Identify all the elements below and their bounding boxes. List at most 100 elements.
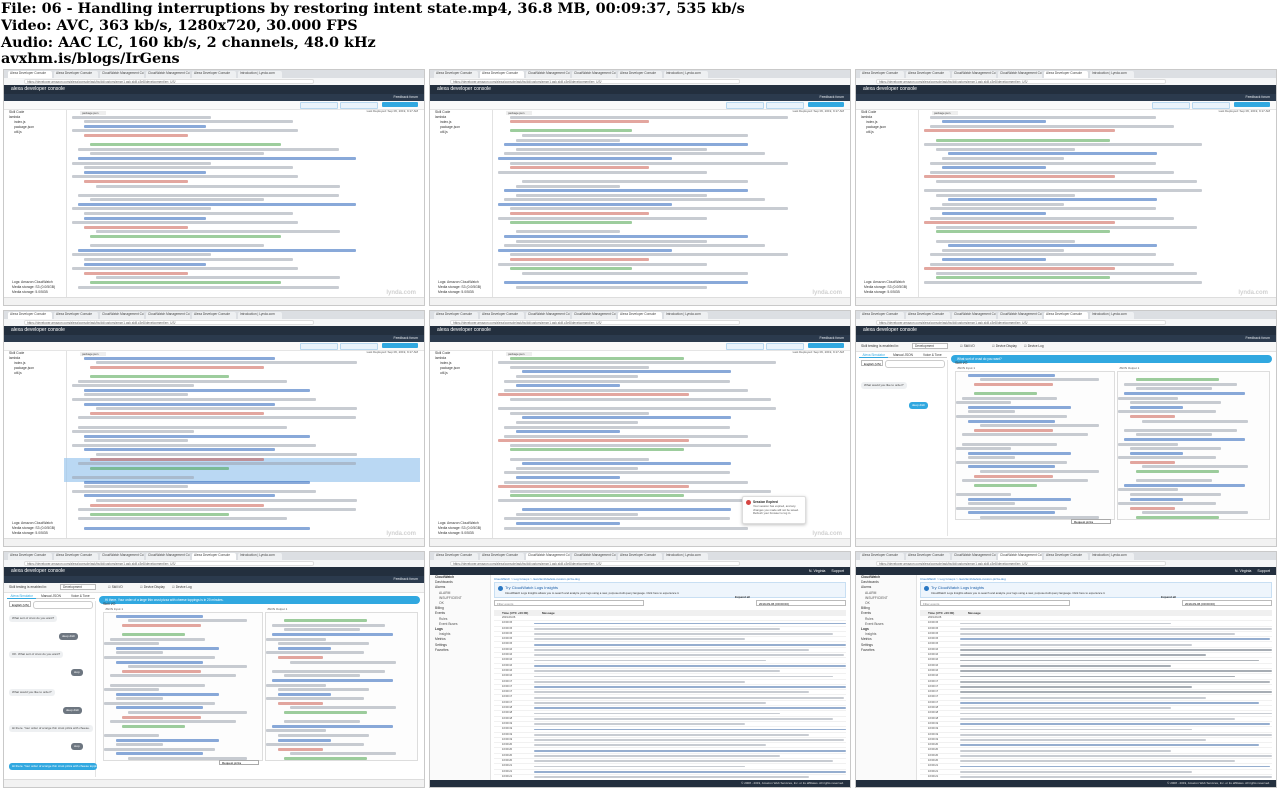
browser-tab[interactable]: Alexa Developer Console bbox=[618, 312, 662, 319]
sidebar-item[interactable]: Favorites bbox=[861, 648, 916, 653]
browser-tab[interactable]: CloudWatch Management Co bbox=[526, 312, 570, 319]
browser-tab[interactable]: CloudWatch Management Co bbox=[100, 553, 144, 560]
browser-tab[interactable]: Alexa Developer Console bbox=[906, 71, 950, 78]
stage-select[interactable]: Development bbox=[60, 584, 96, 590]
simulator-tab[interactable]: Voice & Tone bbox=[65, 593, 95, 599]
browser-tab[interactable]: Alexa Developer Console bbox=[860, 312, 904, 319]
browser-tab[interactable]: Alexa Developer Console bbox=[1044, 553, 1088, 560]
url-input[interactable]: https://developer.amazon.com/alexa/conso… bbox=[450, 79, 740, 84]
browser-tab[interactable]: Alexa Developer Console bbox=[618, 553, 662, 560]
breadcrumb[interactable]: CloudWatch > Log Groups > /aws/lambda/as… bbox=[494, 577, 580, 581]
browser-tab[interactable]: Alexa Developer Console bbox=[54, 71, 98, 78]
url-input[interactable]: https://developer.amazon.com/alexa/conso… bbox=[24, 320, 314, 325]
browser-tab[interactable]: CloudWatch Management Co bbox=[146, 312, 190, 319]
log-link[interactable]: Media storage: 5.0/5GB bbox=[864, 290, 907, 295]
browser-tab[interactable]: Introduction | Lynda.com bbox=[238, 312, 282, 319]
file-tree-item[interactable]: util.js bbox=[440, 371, 492, 376]
save-button[interactable] bbox=[726, 343, 764, 350]
test-option-checkbox[interactable]: ☑ Skill I/O bbox=[108, 585, 123, 589]
support-menu[interactable]: Support bbox=[831, 569, 844, 573]
browser-tab[interactable]: Alexa Developer Console bbox=[860, 553, 904, 560]
test-option-checkbox[interactable]: ☑ Skill I/O bbox=[960, 344, 975, 348]
save-button[interactable] bbox=[1152, 102, 1190, 109]
test-option-checkbox[interactable]: ☑ Device Display bbox=[992, 344, 1017, 348]
browser-tab[interactable]: Introduction | Lynda.com bbox=[238, 553, 282, 560]
browser-tab[interactable]: Alexa Developer Console bbox=[906, 553, 950, 560]
utterance-input[interactable] bbox=[33, 601, 93, 609]
url-input[interactable]: https://developer.amazon.com/alexa/conso… bbox=[24, 79, 314, 84]
browser-tab[interactable]: Alexa Developer Console bbox=[434, 312, 478, 319]
deploy-button[interactable] bbox=[340, 343, 378, 350]
simulator-tab[interactable]: Manual JSON bbox=[888, 352, 918, 358]
browser-tab[interactable]: CloudWatch Management Co bbox=[572, 71, 616, 78]
browser-tab[interactable]: CloudWatch Management Co bbox=[998, 312, 1042, 319]
browser-tab[interactable]: Alexa Developer Console bbox=[434, 553, 478, 560]
browser-tab[interactable]: Introduction | Lynda.com bbox=[664, 553, 708, 560]
simulator-tab[interactable]: Voice & Tone bbox=[917, 352, 947, 358]
test-option-checkbox[interactable]: ☑ Device Log bbox=[1024, 344, 1044, 348]
save-button[interactable] bbox=[300, 343, 338, 350]
file-tree-item[interactable]: util.js bbox=[440, 130, 492, 135]
browser-tab[interactable]: Introduction | Lynda.com bbox=[1090, 71, 1134, 78]
browser-tab[interactable]: CloudWatch Management Co bbox=[572, 553, 616, 560]
browser-tab[interactable]: Alexa Developer Console bbox=[8, 553, 52, 560]
url-input[interactable]: https://developer.amazon.com/alexa/conso… bbox=[450, 561, 740, 566]
browser-tab[interactable]: Alexa Developer Console bbox=[1044, 312, 1088, 319]
feedback-link[interactable]: Feedback forum bbox=[820, 335, 845, 342]
filter-events-input[interactable]: Filter events bbox=[920, 600, 1070, 606]
browser-tab[interactable]: Alexa Developer Console bbox=[860, 71, 904, 78]
browser-tab[interactable]: Alexa Developer Console bbox=[480, 553, 524, 560]
url-input[interactable]: https://developer.amazon.com/alexa/conso… bbox=[876, 320, 1166, 325]
promote-button[interactable] bbox=[1234, 102, 1270, 107]
code-editor[interactable] bbox=[72, 114, 420, 295]
breadcrumb[interactable]: CloudWatch > Log Groups > /aws/lambda/as… bbox=[920, 577, 1006, 581]
browser-tab[interactable]: Alexa Developer Console bbox=[192, 312, 236, 319]
browser-tab[interactable]: Alexa Developer Console bbox=[54, 553, 98, 560]
simulator-tab[interactable]: Manual JSON bbox=[36, 593, 66, 599]
json-output[interactable] bbox=[265, 612, 418, 761]
feedback-link[interactable]: Feedback forum bbox=[1246, 94, 1271, 101]
browser-tab[interactable]: Introduction | Lynda.com bbox=[664, 71, 708, 78]
browser-tab[interactable]: CloudWatch Management Co bbox=[998, 71, 1042, 78]
browser-tab[interactable]: Introduction | Lynda.com bbox=[1090, 553, 1134, 560]
feedback-link[interactable]: Feedback forum bbox=[820, 94, 845, 101]
browser-tab[interactable]: Introduction | Lynda.com bbox=[664, 312, 708, 319]
date-range-picker[interactable]: 2019-09-06 (00:00:00) bbox=[756, 600, 846, 606]
language-select[interactable]: English (US) bbox=[861, 360, 883, 366]
support-menu[interactable]: Support bbox=[1257, 569, 1270, 573]
table-row[interactable]: 16:09:21 bbox=[920, 775, 1272, 779]
browser-tab[interactable]: CloudWatch Management Co bbox=[952, 553, 996, 560]
url-input[interactable]: https://developer.amazon.com/alexa/conso… bbox=[24, 561, 314, 566]
column-message[interactable]: Message bbox=[968, 610, 981, 616]
browser-tab[interactable]: Alexa Developer Console bbox=[906, 312, 950, 319]
table-row[interactable]: 16:09:21 bbox=[494, 775, 846, 779]
browser-tab[interactable]: Introduction | Lynda.com bbox=[1090, 312, 1134, 319]
region-select[interactable]: N. Virginia bbox=[809, 569, 826, 573]
browser-tab[interactable]: CloudWatch Management Co bbox=[146, 71, 190, 78]
sidebar-item[interactable]: Favorites bbox=[435, 648, 490, 653]
promote-button[interactable] bbox=[808, 102, 844, 107]
test-option-checkbox[interactable]: ☑ Device Display bbox=[140, 585, 165, 589]
browser-tab[interactable]: CloudWatch Management Co bbox=[526, 553, 570, 560]
banner-title[interactable]: Try CloudWatch Logs Insights bbox=[505, 585, 558, 590]
expand-all-toggle[interactable]: Expand all bbox=[735, 595, 750, 599]
json-input[interactable] bbox=[955, 371, 1115, 520]
browser-tab[interactable]: Alexa Developer Console bbox=[618, 71, 662, 78]
browser-tab[interactable]: Alexa Developer Console bbox=[434, 71, 478, 78]
file-tree-item[interactable]: util.js bbox=[14, 371, 66, 376]
test-option-checkbox[interactable]: ☑ Device Log bbox=[172, 585, 192, 589]
browser-tab[interactable]: Alexa Developer Console bbox=[192, 553, 236, 560]
log-link[interactable]: Media storage: 5.0/5GB bbox=[438, 531, 481, 536]
browser-tab[interactable]: CloudWatch Management Co bbox=[526, 71, 570, 78]
promote-button[interactable] bbox=[382, 102, 418, 107]
date-range-picker[interactable]: 2019-09-06 (00:00:00) bbox=[1182, 600, 1272, 606]
language-select[interactable]: English (US) bbox=[9, 601, 31, 607]
url-input[interactable]: https://developer.amazon.com/alexa/conso… bbox=[876, 79, 1166, 84]
browser-tab[interactable]: Alexa Developer Console bbox=[480, 71, 524, 78]
request-select[interactable]: Request pizza bbox=[1071, 519, 1111, 524]
browser-tab[interactable]: CloudWatch Management Co bbox=[100, 312, 144, 319]
browser-tab[interactable]: CloudWatch Management Co bbox=[572, 312, 616, 319]
file-tree-item[interactable]: util.js bbox=[866, 130, 918, 135]
code-editor[interactable] bbox=[924, 114, 1272, 295]
browser-tab[interactable]: CloudWatch Management Co bbox=[146, 553, 190, 560]
